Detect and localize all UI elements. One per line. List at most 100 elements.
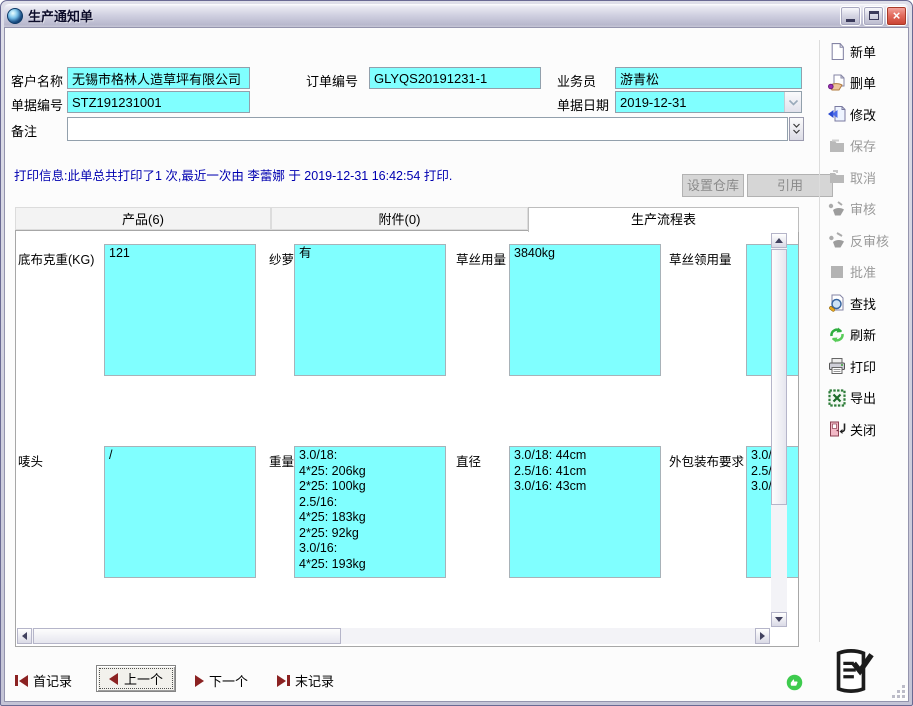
double-chevron-down-icon (792, 122, 801, 136)
doc-no-label: 单据编号 (11, 95, 63, 114)
flow-field-value-box[interactable]: 有 (294, 244, 446, 376)
sidebar-button-approve[interactable]: 批准 (827, 261, 889, 283)
window-controls: × (838, 6, 907, 26)
sidebar-button-find[interactable]: 查找 (827, 292, 889, 314)
close-icon: × (893, 8, 901, 23)
sidebar-label: 批准 (850, 262, 876, 281)
sidebar-button-delete[interactable]: 删单 (827, 72, 889, 94)
vertical-scrollbar[interactable] (771, 233, 787, 627)
scroll-right-button[interactable] (755, 628, 770, 644)
scroll-down-button[interactable] (771, 612, 787, 627)
maximize-icon (869, 11, 879, 20)
flow-field-value-box[interactable]: 121 (104, 244, 256, 376)
refresh-icon (827, 325, 847, 345)
sidebar-separator (819, 40, 820, 642)
salesman-input[interactable] (615, 67, 802, 89)
sidebar-button-refresh[interactable]: 刷新 (827, 324, 889, 346)
sidebar-button-export[interactable]: 导出 (827, 387, 889, 409)
flow-field-label: 草丝领用量 (669, 249, 732, 268)
sidebar-button-close[interactable]: 关闭 (827, 418, 889, 440)
save-icon (827, 136, 847, 156)
client-area: 客户名称 订单编号 业务员 单据编号 单据日期 2019-12-31 备注 打印… (4, 27, 909, 702)
tab-products[interactable]: 产品(6) (15, 207, 271, 230)
sidebar-label: 保存 (850, 136, 876, 155)
app-window: 生产通知单 × 客户名称 订单编号 业务员 单据编号 单据日期 2019-12-… (0, 0, 913, 706)
print-icon (827, 356, 847, 376)
app-globe-icon (7, 8, 23, 24)
sidebar-button-print[interactable]: 打印 (827, 355, 889, 377)
tab-production-flow[interactable]: 生产流程表 (528, 207, 799, 232)
export-excel-icon (827, 388, 847, 408)
dropdown-arrow-icon[interactable] (784, 92, 801, 112)
nav-previous-button[interactable]: 上一个 (96, 665, 176, 692)
next-record-icon (195, 675, 204, 687)
reference-button[interactable]: 引用 (747, 174, 833, 197)
sidebar-label: 查找 (850, 294, 876, 313)
flow-field-label: 外包装布要求 (669, 451, 744, 470)
cancel-icon (827, 167, 847, 187)
remark-label: 备注 (11, 121, 37, 140)
doc-date-label: 单据日期 (557, 95, 609, 114)
maximize-button[interactable] (863, 6, 884, 26)
nav-label: 末记录 (295, 671, 334, 690)
customer-input[interactable] (67, 67, 250, 89)
minimize-button[interactable] (840, 6, 861, 26)
set-warehouse-button[interactable]: 设置仓库 (682, 174, 744, 197)
modify-icon (827, 104, 847, 124)
find-icon (827, 293, 847, 313)
remark-input[interactable] (67, 117, 788, 141)
sidebar-label: 打印 (850, 357, 876, 376)
minimize-icon (846, 19, 855, 22)
first-record-icon (15, 675, 28, 687)
sidebar-button-modify[interactable]: 修改 (827, 103, 889, 125)
window-title: 生产通知单 (28, 6, 93, 25)
unaudit-icon (827, 230, 847, 250)
new-doc-icon (827, 41, 847, 61)
sidebar-button-unaudit[interactable]: 反审核 (827, 229, 889, 251)
sidebar-label: 审核 (850, 199, 876, 218)
print-info-text: 打印信息:此单总共打印了1 次,最近一次由 李蕾娜 于 2019-12-31 1… (14, 165, 452, 184)
flow-field-value-box[interactable]: 3.0/18: 4*25: 206kg 2*25: 100kg 2.5/16: … (294, 446, 446, 578)
flow-field-value-box[interactable]: 3.0/18: 44cm 2.5/16: 41cm 3.0/16: 43cm (509, 446, 661, 578)
sidebar-button-cancel[interactable]: 取消 (827, 166, 889, 188)
sidebar-label: 删单 (850, 73, 876, 92)
audit-icon (827, 199, 847, 219)
customer-label: 客户名称 (11, 71, 63, 90)
sidebar-button-new[interactable]: 新单 (827, 40, 889, 62)
flow-field-value-box[interactable]: 3840kg (509, 244, 661, 376)
sidebar-button-save[interactable]: 保存 (827, 135, 889, 157)
production-flow-panel: 底布克重(KG) 121 纱萝 有 草丝用量 3840kg 草丝领用量 唛头 /… (15, 230, 799, 647)
resize-grip[interactable] (891, 684, 905, 698)
doc-date-combobox[interactable]: 2019-12-31 (615, 91, 802, 113)
nav-first-record[interactable]: 首记录 (15, 671, 72, 690)
tab-attachments[interactable]: 附件(0) (271, 207, 528, 230)
sidebar-label: 关闭 (850, 420, 876, 439)
doc-date-value: 2019-12-31 (616, 95, 784, 110)
doc-no-input[interactable] (67, 91, 250, 113)
audit-note-icon (828, 647, 874, 700)
sidebar-button-audit[interactable]: 审核 (827, 198, 889, 220)
nav-label: 上一个 (124, 669, 163, 688)
arrow-down-icon (775, 617, 783, 622)
close-button[interactable]: × (886, 6, 907, 26)
horizontal-scroll-thumb[interactable] (33, 628, 341, 644)
vertical-scroll-thumb[interactable] (771, 249, 787, 505)
nav-label: 下一个 (209, 671, 248, 690)
remark-expand-button[interactable] (789, 117, 804, 141)
approve-icon (827, 262, 847, 282)
nav-label: 首记录 (33, 671, 72, 690)
delete-doc-icon (827, 73, 847, 93)
nav-last-record[interactable]: 末记录 (277, 671, 334, 690)
flow-field-value-box[interactable]: / (104, 446, 256, 578)
last-record-icon (277, 675, 290, 687)
nav-next-record[interactable]: 下一个 (195, 671, 248, 690)
scroll-up-button[interactable] (771, 233, 787, 248)
flow-field-label: 草丝用量 (456, 249, 506, 268)
scroll-left-button[interactable] (17, 628, 32, 644)
title-bar[interactable]: 生产通知单 × (4, 4, 909, 27)
order-no-input[interactable] (369, 67, 541, 89)
horizontal-scrollbar[interactable] (17, 628, 770, 644)
sidebar-label: 反审核 (850, 231, 889, 250)
arrow-left-icon (22, 632, 27, 640)
flow-field-label: 纱萝 (269, 249, 294, 268)
